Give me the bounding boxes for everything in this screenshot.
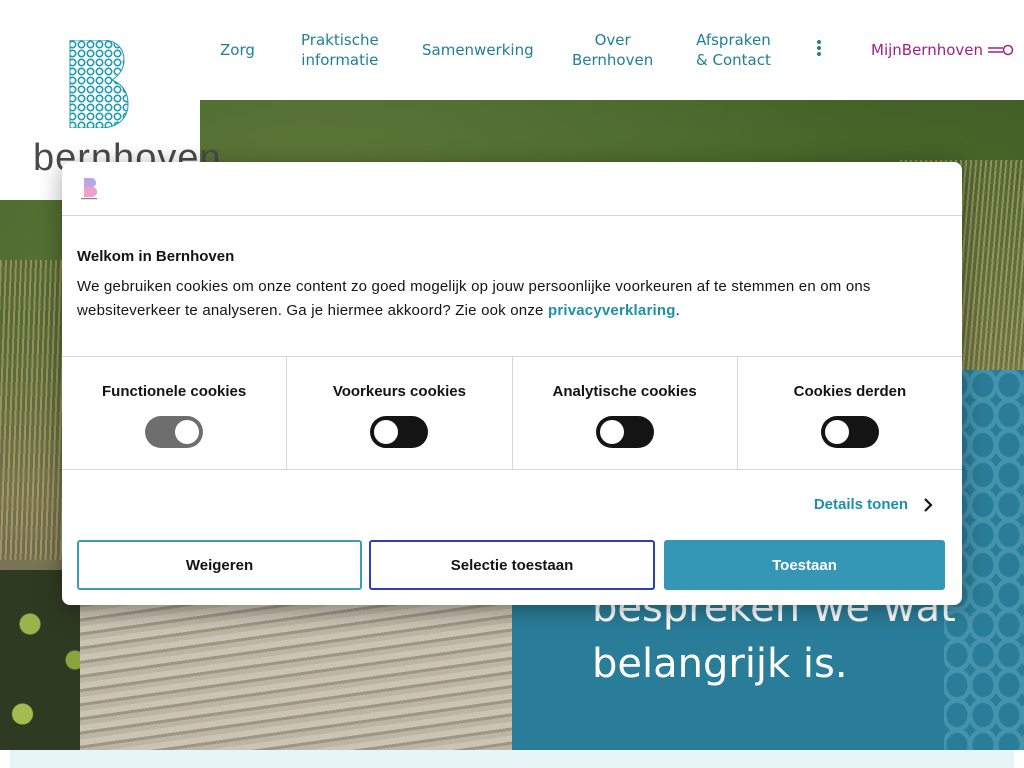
dialog-header (62, 162, 962, 216)
bernhoven-small-logo-icon (81, 178, 97, 200)
nav-label-line2: Bernhoven (572, 51, 654, 69)
cookie-category-functional: Functionele cookies (62, 357, 288, 469)
chevron-right-icon[interactable] (922, 496, 934, 514)
category-label: Functionele cookies (102, 383, 247, 400)
category-label: Voorkeurs cookies (332, 383, 466, 400)
category-label: Analytische cookies (552, 383, 697, 400)
third-party-cookies-toggle[interactable] (820, 416, 879, 448)
functional-cookies-toggle[interactable] (145, 416, 204, 448)
key-icon[interactable] (988, 44, 1014, 56)
main-nav: Zorg Praktische informatie Samenwerking … (200, 0, 1024, 100)
nav-label-line1: Afspraken (696, 31, 771, 49)
dialog-text: We gebruiken cookies om onze content zo … (77, 275, 947, 323)
analytics-cookies-toggle[interactable] (595, 416, 654, 448)
refuse-button[interactable]: Weigeren (77, 540, 362, 590)
nav-item-afspraken-contact[interactable]: Afspraken & Contact (696, 30, 771, 70)
nav-item-zorg[interactable]: Zorg (220, 40, 255, 60)
nav-item-over-bernhoven[interactable]: Over Bernhoven (572, 30, 653, 70)
kebab-menu-icon[interactable] (814, 40, 824, 60)
bernhoven-b-logo-icon (69, 40, 129, 128)
nav-label-line2: informatie (301, 51, 379, 69)
nav-label: Samenwerking (422, 41, 534, 59)
dialog-text-end: . (675, 302, 680, 319)
dialog-text-main: We gebruiken cookies om onze content zo … (77, 278, 871, 319)
nav-item-praktische-informatie[interactable]: Praktische informatie (301, 30, 379, 70)
accept-all-button[interactable]: Toestaan (664, 540, 945, 590)
privacy-link[interactable]: privacyverklaring (548, 302, 676, 319)
cookie-category-third-party: Cookies derden (738, 357, 962, 469)
cookie-category-preferences: Voorkeurs cookies (287, 357, 513, 469)
preference-cookies-toggle[interactable] (370, 416, 429, 448)
category-label: Cookies derden (793, 383, 907, 400)
nav-label-line1: Praktische (301, 31, 379, 49)
cookie-consent-dialog: Welkom in Bernhoven We gebruiken cookies… (62, 162, 962, 605)
nav-label-line1: Over (594, 31, 631, 49)
nav-item-samenwerking[interactable]: Samenwerking (422, 40, 534, 60)
allow-selection-button[interactable]: Selectie toestaan (369, 540, 655, 590)
bottom-strip (10, 750, 1014, 768)
cookie-category-analytics: Analytische cookies (513, 357, 738, 469)
details-toggle-link[interactable]: Details tonen (814, 496, 908, 513)
mijn-bernhoven-link[interactable]: MijnBernhoven (871, 40, 983, 60)
dialog-title: Welkom in Bernhoven (77, 248, 235, 265)
cookie-categories: Functionele cookies Voorkeurs cookies An… (62, 356, 962, 470)
nav-label: Zorg (220, 41, 255, 59)
nav-label-line2: & Contact (696, 51, 771, 69)
dialog-body: Welkom in Bernhoven We gebruiken cookies… (62, 216, 962, 356)
